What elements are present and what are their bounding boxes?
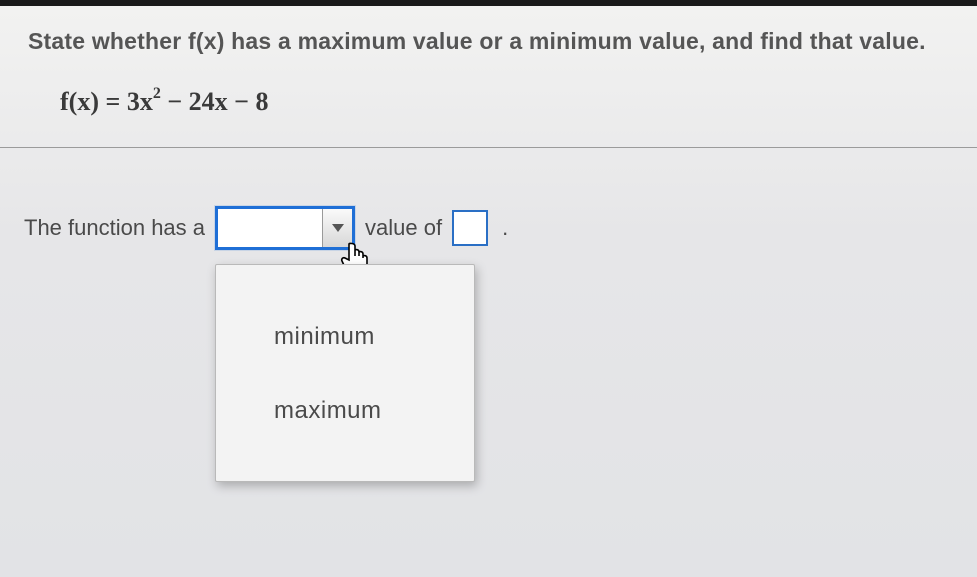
value-input[interactable]: [452, 210, 488, 246]
equation-lhs: f(x): [60, 87, 99, 116]
option-minimum[interactable]: minimum: [216, 303, 474, 371]
type-select[interactable]: [215, 206, 355, 250]
answer-row: The function has a minimum maximum value…: [0, 148, 977, 250]
question-panel: State whether f(x) has a maximum value o…: [0, 0, 977, 577]
equation: f(x) = 3x2 − 24x − 8: [0, 63, 977, 147]
answer-mid: value of: [365, 215, 442, 241]
type-dropdown-list: minimum maximum: [215, 264, 475, 482]
chevron-down-icon: [331, 223, 345, 233]
equation-exponent: 2: [153, 85, 161, 102]
combo-wrap: minimum maximum: [215, 206, 355, 250]
equals-sign: =: [105, 87, 126, 116]
dropdown-arrow-button[interactable]: [322, 209, 352, 247]
option-maximum[interactable]: maximum: [216, 371, 474, 445]
question-prompt: State whether f(x) has a maximum value o…: [0, 6, 977, 63]
equation-term-a: 3x: [127, 87, 153, 116]
equation-rest: − 24x − 8: [161, 87, 269, 116]
type-select-value: [218, 209, 322, 247]
answer-prefix: The function has a: [24, 215, 205, 241]
answer-period: .: [502, 215, 508, 241]
